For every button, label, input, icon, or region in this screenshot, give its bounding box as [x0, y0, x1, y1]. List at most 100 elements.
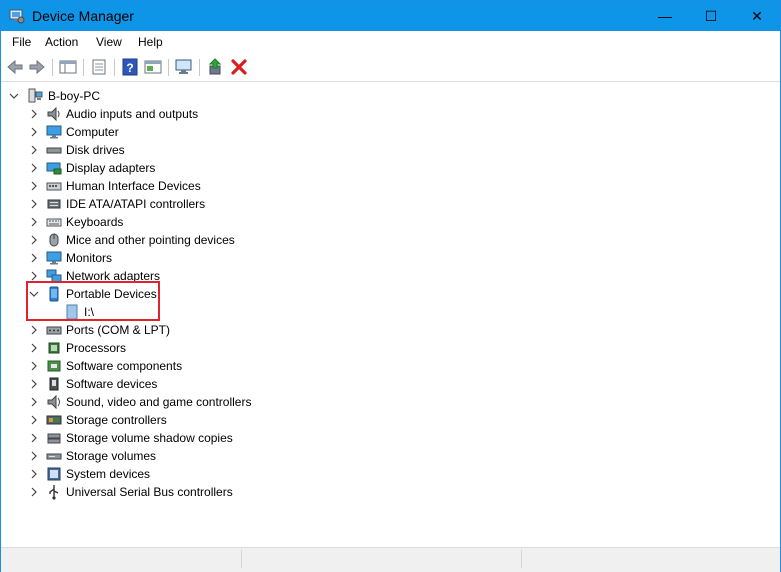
tree-category[interactable]: Sound, video and game controllers: [1, 393, 401, 411]
tree-category[interactable]: IDE ATA/ATAPI controllers: [1, 195, 401, 213]
tree-category[interactable]: Storage volumes: [1, 447, 401, 465]
minimize-button[interactable]: —: [642, 1, 688, 31]
keyboard-icon: [46, 218, 62, 227]
speaker-icon: [47, 106, 60, 122]
software-component-icon: [47, 360, 61, 372]
tree-category[interactable]: Mice and other pointing devices: [1, 231, 401, 249]
chevron-right-icon[interactable]: [29, 451, 39, 461]
tree-category[interactable]: Universal Serial Bus controllers: [1, 483, 401, 501]
menu-view[interactable]: View: [96, 35, 122, 49]
tree-category[interactable]: Keyboards: [1, 213, 401, 231]
tree-root-label: B-boy-PC: [48, 89, 101, 103]
tree-category[interactable]: Ports (COM & LPT): [1, 321, 401, 339]
chevron-right-icon[interactable]: [29, 415, 39, 425]
show-hide-console-tree-icon[interactable]: [58, 58, 78, 76]
device-manager-icon: [9, 9, 25, 24]
ide-controller-icon: [47, 199, 61, 209]
toolbar-separator: [52, 59, 53, 76]
maximize-button[interactable]: ☐: [688, 1, 734, 31]
disk-drive-icon: [46, 147, 62, 154]
tree-category-label: Computer: [66, 125, 119, 139]
status-bar: [1, 547, 780, 572]
tree-category[interactable]: Storage volume shadow copies: [1, 429, 401, 447]
back-arrow-icon[interactable]: [5, 58, 25, 76]
chevron-right-icon[interactable]: [29, 145, 39, 155]
chevron-right-icon[interactable]: [29, 235, 39, 245]
chevron-right-icon[interactable]: [29, 163, 39, 173]
chevron-right-icon[interactable]: [29, 397, 39, 407]
tree-category[interactable]: Audio inputs and outputs: [1, 105, 401, 123]
update-driver-icon[interactable]: [206, 58, 226, 76]
tree-category-label: Disk drives: [66, 143, 125, 157]
tree-category[interactable]: System devices: [1, 465, 401, 483]
menu-help[interactable]: Help: [138, 35, 163, 49]
toolbar-separator: [114, 59, 115, 76]
menu-file[interactable]: File: [12, 35, 31, 49]
uninstall-device-icon[interactable]: [229, 58, 249, 76]
chevron-right-icon[interactable]: [29, 325, 39, 335]
tree-category-label: Storage controllers: [66, 413, 167, 427]
tree-category[interactable]: Monitors: [1, 249, 401, 267]
device-manager-window: Device Manager — ☐ ✕ File Action View He…: [0, 0, 781, 572]
storage-controller-icon: [46, 415, 62, 425]
menu-bar: File Action View Help: [1, 31, 780, 53]
tree-category[interactable]: Human Interface Devices: [1, 177, 401, 195]
chevron-right-icon[interactable]: [29, 181, 39, 191]
system-device-icon: [47, 467, 61, 481]
tree-category-label: Monitors: [66, 251, 113, 265]
toolbar: ?: [1, 54, 780, 82]
tree-category-label: Storage volume shadow copies: [66, 431, 233, 445]
shadow-copy-icon: [47, 433, 61, 444]
tree-category[interactable]: Disk drives: [1, 141, 401, 159]
monitor-icon: [46, 251, 62, 265]
status-divider: [241, 550, 243, 568]
mouse-icon: [49, 233, 59, 247]
tree-category-label: Software devices: [66, 377, 158, 391]
scan-hardware-icon[interactable]: [174, 58, 194, 76]
tree-category-label: Storage volumes: [66, 449, 157, 463]
tree-category[interactable]: Processors: [1, 339, 401, 357]
tree-category-label: Mice and other pointing devices: [66, 233, 235, 247]
tree-root[interactable]: B-boy-PC: [1, 87, 401, 105]
title-bar[interactable]: Device Manager — ☐ ✕: [1, 1, 780, 31]
tree-category-label: IDE ATA/ATAPI controllers: [66, 197, 206, 211]
chevron-right-icon[interactable]: [29, 487, 39, 497]
help-icon[interactable]: ?: [120, 58, 140, 76]
chevron-right-icon[interactable]: [29, 433, 39, 443]
chevron-right-icon[interactable]: [29, 127, 39, 137]
properties-icon[interactable]: [89, 58, 109, 76]
chevron-down-icon[interactable]: [9, 91, 19, 101]
storage-volume-icon: [46, 453, 62, 460]
toolbar-separator: [199, 59, 200, 76]
chevron-right-icon[interactable]: [29, 379, 39, 389]
chevron-right-icon[interactable]: [29, 199, 39, 209]
port-icon: [46, 326, 62, 335]
tree-category-label: Sound, video and game controllers: [66, 395, 252, 409]
window-title: Device Manager: [32, 8, 134, 24]
tree-category[interactable]: Software devices: [1, 375, 401, 393]
chevron-right-icon[interactable]: [29, 109, 39, 119]
tree-category[interactable]: Display adapters: [1, 159, 401, 177]
chevron-right-icon[interactable]: [29, 361, 39, 371]
tree-category[interactable]: Computer: [1, 123, 401, 141]
tree-category-label: Ports (COM & LPT): [66, 323, 171, 337]
tree-category[interactable]: Software components: [1, 357, 401, 375]
chevron-right-icon[interactable]: [29, 217, 39, 227]
chevron-right-icon[interactable]: [29, 469, 39, 479]
display-adapter-icon: [46, 162, 62, 175]
action-pane-icon[interactable]: [143, 58, 163, 76]
chevron-right-icon[interactable]: [29, 253, 39, 263]
menu-action[interactable]: Action: [45, 35, 78, 49]
sound-controller-icon: [47, 394, 60, 410]
tree-category[interactable]: Storage controllers: [1, 411, 401, 429]
forward-arrow-icon[interactable]: [27, 58, 47, 76]
chevron-right-icon[interactable]: [29, 343, 39, 353]
close-button[interactable]: ✕: [734, 1, 780, 31]
computer-icon: [46, 125, 62, 139]
toolbar-separator: [83, 59, 84, 76]
tree-category-label: Audio inputs and outputs: [66, 107, 199, 121]
pc-icon: [28, 88, 43, 103]
tree-category-label: Keyboards: [66, 215, 124, 229]
usb-controller-icon: [49, 485, 59, 500]
chevron-right-icon[interactable]: [29, 271, 39, 281]
